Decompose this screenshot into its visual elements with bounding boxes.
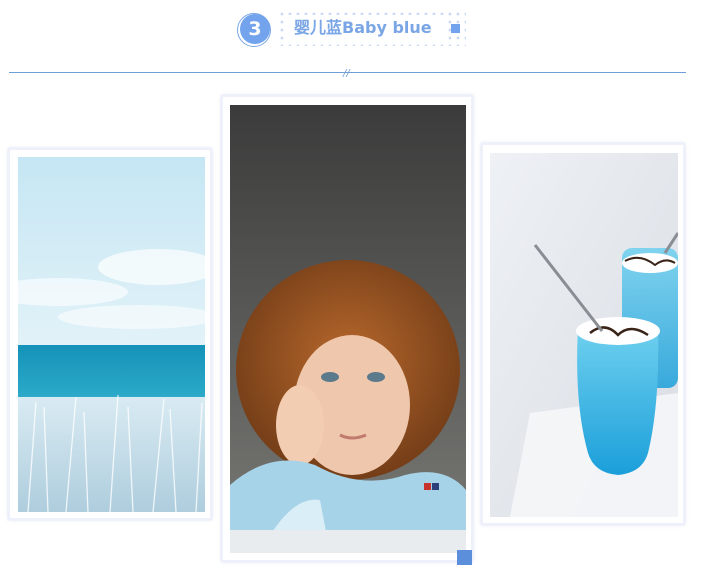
square-ornament	[451, 24, 460, 33]
section-number-badge: 3	[240, 14, 270, 44]
photo-frame-child	[221, 95, 473, 562]
child-portrait-photo	[230, 105, 466, 553]
photo-frame-drinks	[481, 143, 685, 525]
section-header: 3 婴儿蓝Baby blue	[0, 0, 703, 80]
photo-frame-ocean	[8, 148, 212, 520]
slash-ornament: //	[343, 68, 350, 79]
ocean-photo	[18, 157, 205, 512]
corner-square-ornament	[457, 550, 472, 565]
blue-drinks-photo	[490, 153, 678, 517]
section-title: 婴儿蓝Baby blue	[286, 15, 444, 41]
